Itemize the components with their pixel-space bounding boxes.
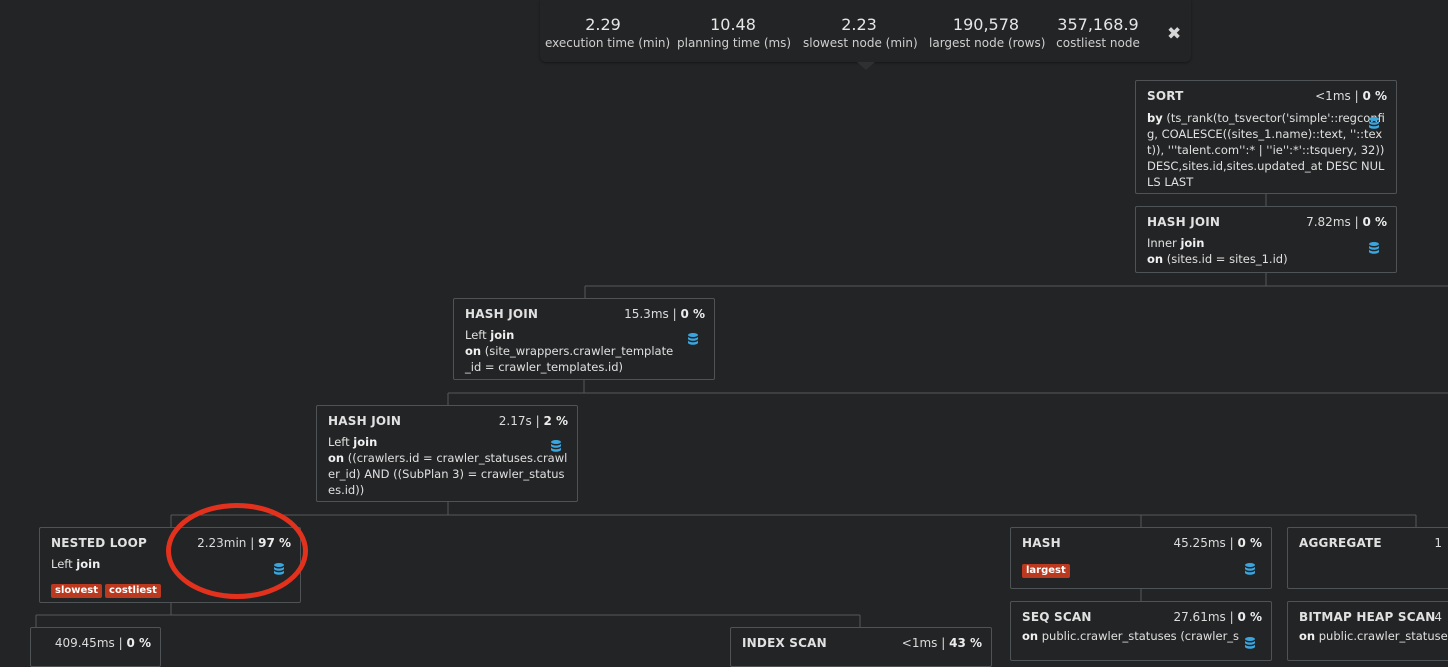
join-keyword: join [353,435,378,449]
node-time: <1ms [901,636,938,650]
join-keyword: join [1180,236,1205,250]
join-type: Left [51,557,73,571]
plan-stats-bar: 2.29 execution time (min) 10.48 planning… [540,0,1191,70]
planning-time-value: 10.48 [710,15,756,34]
node-metric: <1ms | 0 % [1315,89,1387,103]
join-condition: (site_wrappers.crawler_template_id = cra… [465,344,674,374]
join-keyword: join [490,328,515,342]
plan-node-sort[interactable]: SORT <1ms | 0 % by (ts_rank(to_tsvector(… [1135,80,1397,194]
planning-time-stat: 10.48 planning time (ms) [677,14,792,50]
plan-node-seq-scan[interactable]: SEQ SCAN 27.61ms | 0 % on public.crawler… [1010,601,1272,661]
node-detail: Left join on ((crawlers.id = crawler_sta… [328,434,570,498]
node-time: 27.61ms [1173,610,1226,624]
on-keyword: on [1299,629,1316,643]
join-type: Inner [1147,236,1177,250]
plan-node-hash[interactable]: HASH 45.25ms | 0 % largest [1010,527,1272,589]
node-title: BITMAP HEAP SCAN [1299,610,1436,624]
join-condition-line: on (sites.id = sites_1.id) [1147,251,1386,267]
slowest-node-stat: 2.23 slowest node (min) [803,14,918,50]
node-metric: 15.3ms | 0 % [624,307,705,321]
node-time: 45.25ms [1173,536,1226,550]
join-condition-line: on ((crawlers.id = crawler_statuses.craw… [328,450,570,498]
costliest-node-value: 357,168.9 [1057,15,1139,34]
largest-node-stat: 190,578 largest node (rows) [929,14,1046,50]
on-keyword: on [1022,629,1039,643]
sort-key: (ts_rank(to_tsvector('simple'::regconfig… [1147,111,1385,189]
database-icon[interactable] [688,333,698,345]
database-icon[interactable] [1245,637,1255,649]
largest-node-value: 190,578 [952,15,1020,34]
execution-time-label: execution time (min) [545,36,671,50]
by-keyword: by [1147,111,1163,125]
join-condition: (sites.id = sites_1.id) [1166,252,1288,266]
database-icon[interactable] [551,440,561,452]
node-percent: 0 % [1237,536,1262,550]
plan-canvas[interactable]: 2.29 execution time (min) 10.48 planning… [0,0,1448,667]
join-condition: ((crawlers.id = crawler_statuses.crawler… [328,451,568,497]
relation-name: public.crawler_statuses (crawler_s [1041,629,1240,643]
slowest-node-value: 2.23 [841,15,877,34]
node-time: 4 [1434,610,1442,624]
node-detail: Inner join on (sites.id = sites_1.id) [1147,235,1386,267]
node-metric: 45.25ms | 0 % [1173,536,1262,550]
join-type-line: Left join [328,434,570,450]
node-detail: Left join on (site_wrappers.crawler_temp… [465,327,677,375]
close-icon[interactable]: ✖ [1167,24,1181,44]
node-time: 7.82ms [1306,215,1351,229]
largest-badge: largest [1022,564,1070,578]
node-badges: largest [1022,558,1261,578]
plan-node-aggregate[interactable]: AGGREGATE 1 [1287,527,1448,589]
node-percent: 0 % [1237,610,1262,624]
node-title: AGGREGATE [1299,536,1382,550]
node-time: 409.45ms [54,636,115,650]
join-type-line: Left join [465,327,677,343]
node-metric: <1ms | 43 % [901,636,982,650]
node-time: <1ms [1315,89,1351,103]
node-time: 2.17s [498,414,532,428]
node-metric: 7.82ms | 0 % [1306,215,1387,229]
plan-node-hash-join[interactable]: HASH JOIN 2.17s | 2 % Left join on ((cra… [316,405,578,502]
join-type: Left [465,328,487,342]
node-percent: 0 % [1362,89,1387,103]
plan-node-hash-join[interactable]: HASH JOIN 7.82ms | 0 % Inner join on (si… [1135,206,1397,273]
node-metric: 27.61ms | 0 % [1173,610,1262,624]
node-metric: 409.45ms | 0 % [54,636,151,650]
database-icon[interactable] [1369,117,1379,129]
node-percent: 0 % [1362,215,1387,229]
join-keyword: join [76,557,101,571]
on-keyword: on [465,344,482,358]
node-percent: 2 % [543,414,568,428]
costliest-badge: costliest [105,584,161,598]
join-condition-line: on (site_wrappers.crawler_template_id = … [465,343,677,375]
plan-node-bitmap-heap-scan[interactable]: BITMAP HEAP SCAN 4 on public.crawler_sta… [1287,601,1448,661]
plan-node-partial[interactable]: 409.45ms | 0 % [30,627,161,667]
planning-time-label: planning time (ms) [677,36,792,50]
join-type-line: Inner join [1147,235,1386,251]
slowest-badge: slowest [51,584,103,598]
join-type: Left [328,435,350,449]
slowest-node-label: slowest node (min) [803,36,918,50]
node-percent: 0 % [680,307,705,321]
database-icon[interactable] [1369,242,1379,254]
database-icon[interactable] [1245,563,1255,575]
node-percent: 0 % [126,636,151,650]
plan-node-index-scan[interactable]: INDEX SCAN <1ms | 43 % [730,627,992,667]
node-time: 1 [1434,536,1442,550]
node-detail: by (ts_rank(to_tsvector('simple'::regcon… [1147,110,1387,190]
execution-time-stat: 2.29 execution time (min) [545,14,671,50]
node-metric: 2.17s | 2 % [498,414,568,428]
on-keyword: on [328,451,345,465]
node-percent: 43 % [949,636,982,650]
node-time: 15.3ms [624,307,669,321]
relation-name: public.crawler_statuses [1318,629,1448,643]
largest-node-label: largest node (rows) [929,36,1046,50]
plan-node-hash-join[interactable]: HASH JOIN 15.3ms | 0 % Left join on (sit… [453,298,715,380]
on-keyword: on [1147,252,1164,266]
costliest-node-label: costliest node [1056,36,1140,50]
highlight-circle [166,503,308,599]
execution-time-value: 2.29 [585,15,621,34]
costliest-node-stat: 357,168.9 costliest node [1055,14,1141,50]
